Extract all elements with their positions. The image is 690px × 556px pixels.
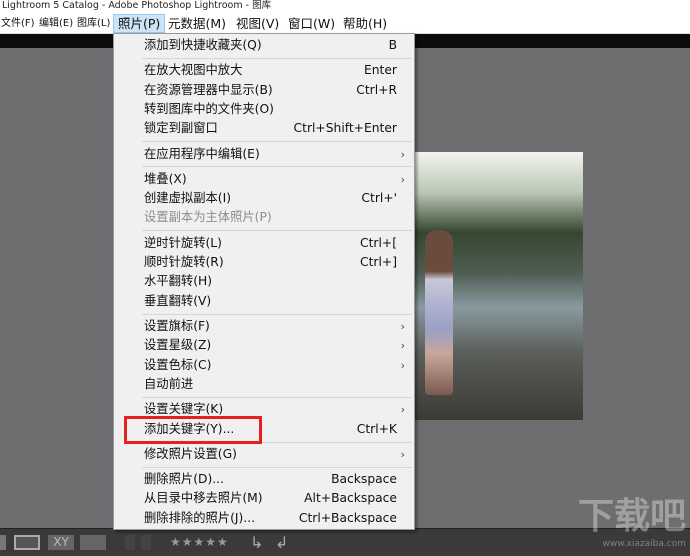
- loupe-view-icon[interactable]: [14, 535, 40, 550]
- menu-item-label: 转到图库中的文件夹(O): [144, 101, 274, 116]
- menu-item-label: 在资源管理器中显示(B): [144, 82, 273, 97]
- menu-item-label: 垂直翻转(V): [144, 293, 212, 308]
- menu-item-zoom-loupe[interactable]: 在放大视图中放大 Enter: [114, 61, 414, 80]
- menu-view[interactable]: 视图(V): [233, 14, 282, 33]
- menu-item-label: 修改照片设置(G): [144, 446, 237, 461]
- annotation-highlight-box: [124, 416, 262, 444]
- shortcut: Ctrl+': [361, 191, 397, 206]
- menu-help[interactable]: 帮助(H): [340, 14, 390, 33]
- menu-item-stacking[interactable]: 堆叠(X) ›: [114, 170, 414, 189]
- shortcut: B: [388, 38, 397, 52]
- compare-view-button[interactable]: XY: [48, 535, 74, 550]
- star-rating[interactable]: ★★★★★: [170, 535, 229, 550]
- watermark-logo: 下载吧: [577, 496, 686, 537]
- shortcut: Alt+Backspace: [304, 491, 397, 506]
- chevron-right-icon: ›: [400, 147, 405, 161]
- menu-file[interactable]: 文件(F): [0, 14, 36, 33]
- menu-item-label: 在放大视图中放大: [144, 63, 243, 78]
- photo-subject: [425, 230, 453, 395]
- menu-item-flip-horizontal[interactable]: 水平翻转(H): [114, 272, 414, 291]
- separator: [142, 466, 412, 468]
- menu-item-label: 删除排除的照片(J)...: [144, 510, 256, 525]
- chevron-right-icon: ›: [400, 319, 405, 333]
- shortcut: Ctrl+Shift+Enter: [293, 121, 397, 136]
- menu-item-label: 逆时针旋转(L): [144, 235, 222, 250]
- menu-item-edit-in[interactable]: 在应用程序中编辑(E) ›: [114, 145, 414, 164]
- separator: [142, 230, 412, 232]
- separator: [142, 57, 412, 59]
- menu-edit[interactable]: 编辑(E): [38, 14, 74, 33]
- menu-item-remove-from-catalog[interactable]: 从目录中移去照片(M) Alt+Backspace: [114, 489, 414, 508]
- menu-item-label: 设置关键字(K): [144, 402, 224, 417]
- separator: [142, 166, 412, 168]
- menu-item-label: 删除照片(D)...: [144, 472, 224, 487]
- watermark: 下载吧 www.xiazaiba.com: [562, 495, 686, 553]
- menu-item-add-quick-collection[interactable]: 添加到快捷收藏夹(Q) B: [114, 36, 414, 55]
- menu-item-rotate-left[interactable]: 逆时针旋转(L) Ctrl+[: [114, 234, 414, 253]
- separator: [142, 141, 412, 143]
- menu-item-label: 设置旗标(F): [144, 318, 210, 333]
- chevron-right-icon: ›: [400, 172, 405, 186]
- menu-window[interactable]: 窗口(W): [285, 14, 338, 33]
- shortcut: Ctrl+R: [356, 82, 397, 97]
- separator: [142, 396, 412, 398]
- menu-item-set-flag[interactable]: 设置旗标(F) ›: [114, 317, 414, 336]
- chevron-right-icon: ›: [400, 339, 405, 353]
- title-bar: Lightroom 5 Catalog - Adobe Photoshop Li…: [0, 0, 690, 12]
- shortcut: Ctrl+K: [356, 421, 397, 436]
- menu-item-label: 从目录中移去照片(M): [144, 491, 263, 506]
- watermark-url: www.xiazaiba.com: [602, 539, 686, 549]
- menu-item-virtual-copy[interactable]: 创建虚拟副本(I) Ctrl+': [114, 189, 414, 208]
- menu-item-set-color-label[interactable]: 设置色标(C) ›: [114, 356, 414, 375]
- menu-item-label: 设置副本为主体照片(P): [144, 210, 272, 225]
- menu-bar: 文件(F) 编辑(E) 图库(L) 照片(P) 元数据(M) 视图(V) 窗口(…: [0, 12, 690, 34]
- menu-item-set-master: 设置副本为主体照片(P): [114, 208, 414, 227]
- shortcut: Backspace: [331, 472, 397, 487]
- menu-item-flip-vertical[interactable]: 垂直翻转(V): [114, 292, 414, 311]
- menu-item-label: 在应用程序中编辑(E): [144, 146, 260, 161]
- menu-item-label: 创建虚拟副本(I): [144, 191, 232, 206]
- menu-item-show-in-explorer[interactable]: 在资源管理器中显示(B) Ctrl+R: [114, 81, 414, 100]
- menu-item-delete-photo[interactable]: 删除照片(D)... Backspace: [114, 470, 414, 489]
- flag-icon[interactable]: [125, 535, 135, 550]
- menu-item-go-to-folder[interactable]: 转到图库中的文件夹(O): [114, 100, 414, 119]
- menu-item-label: 锁定到副窗口: [144, 121, 218, 136]
- menu-item-lock-secondary[interactable]: 锁定到副窗口 Ctrl+Shift+Enter: [114, 119, 414, 138]
- menu-item-label: 水平翻转(H): [144, 274, 213, 289]
- menu-metadata[interactable]: 元数据(M): [165, 14, 229, 33]
- reject-flag-icon[interactable]: [141, 535, 151, 550]
- menu-item-set-rating[interactable]: 设置星级(Z) ›: [114, 336, 414, 355]
- shortcut: Ctrl+[: [360, 235, 397, 250]
- menu-item-label: 添加到快捷收藏夹(Q): [144, 38, 262, 52]
- survey-view-icon[interactable]: [80, 535, 106, 550]
- grid-view-icon[interactable]: [0, 535, 6, 550]
- menu-item-label: 设置星级(Z): [144, 338, 212, 353]
- menu-item-label: 自动前进: [144, 377, 194, 392]
- menu-item-label: 设置色标(C): [144, 357, 212, 372]
- menu-library[interactable]: 图库(L): [76, 14, 111, 33]
- shortcut: Enter: [363, 63, 397, 78]
- window-title: Lightroom 5 Catalog - Adobe Photoshop Li…: [2, 0, 272, 11]
- menu-item-label: 顺时针旋转(R): [144, 255, 224, 270]
- menu-photo[interactable]: 照片(P): [113, 14, 166, 33]
- menu-item-rotate-right[interactable]: 顺时针旋转(R) Ctrl+]: [114, 253, 414, 272]
- chevron-right-icon: ›: [400, 403, 405, 417]
- menu-item-label: 堆叠(X): [144, 171, 187, 186]
- chevron-right-icon: ›: [400, 358, 405, 372]
- shortcut: Ctrl+Backspace: [298, 510, 397, 525]
- separator: [142, 313, 412, 315]
- photo-menu-dropdown: 添加到快捷收藏夹(Q) B 在放大视图中放大 Enter 在资源管理器中显示(B) C…: [113, 33, 415, 530]
- menu-item-develop-settings[interactable]: 修改照片设置(G) ›: [114, 445, 414, 464]
- shortcut: Ctrl+]: [360, 255, 397, 270]
- menu-item-delete-rejected[interactable]: 删除排除的照片(J)... Ctrl+Backspace: [114, 509, 414, 528]
- chevron-right-icon: ›: [400, 447, 405, 461]
- rotate-left-icon[interactable]: ↳: [250, 535, 263, 551]
- menu-item-auto-advance[interactable]: 自动前进: [114, 375, 414, 394]
- rotate-right-icon[interactable]: ↲: [275, 535, 288, 551]
